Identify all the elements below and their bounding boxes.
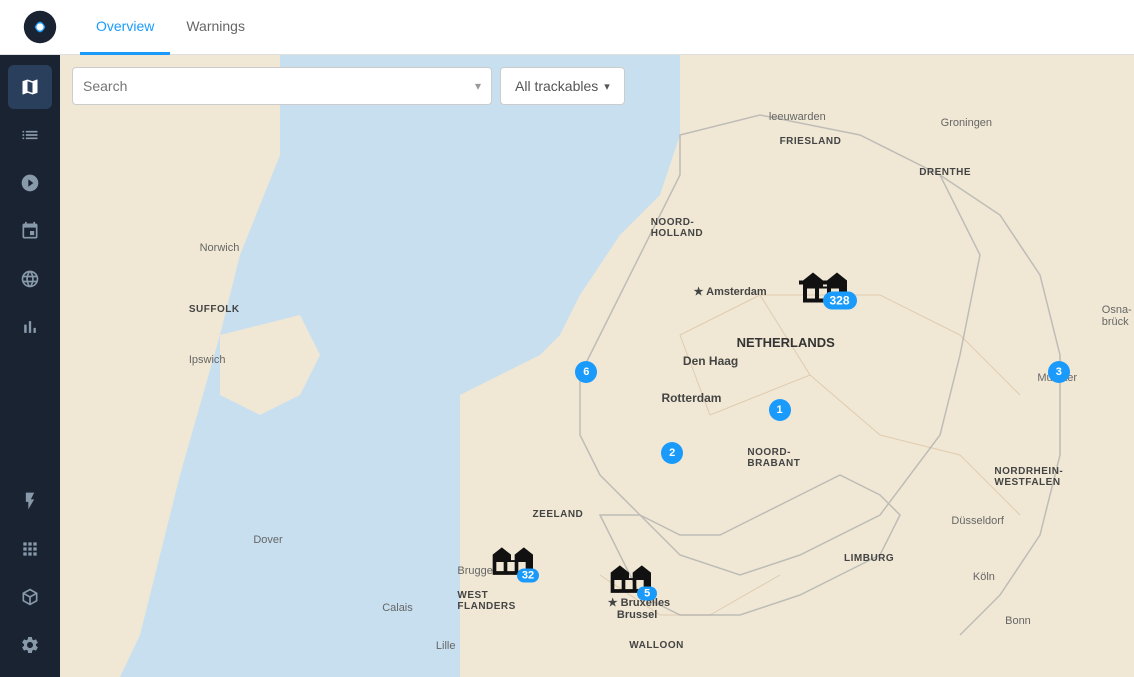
sidebar-item-lightning[interactable] <box>8 479 52 523</box>
marker-dot-3[interactable]: 3 <box>1048 361 1070 383</box>
sidebar-item-modules[interactable] <box>8 527 52 571</box>
sidebar-item-list[interactable] <box>8 113 52 157</box>
filter-chevron-icon: ▾ <box>604 80 610 93</box>
main-layout: ▾ All trackables ▾ <box>0 55 1134 677</box>
marker-dot-1[interactable]: 1 <box>769 399 791 421</box>
marker-brussels[interactable]: 5 <box>607 556 651 599</box>
trackable-filter[interactable]: All trackables ▾ <box>500 67 625 105</box>
sidebar-item-globe[interactable] <box>8 257 52 301</box>
marker-brugge[interactable]: 32 <box>489 537 533 580</box>
search-input-wrapper: ▾ <box>72 67 492 105</box>
sidebar-item-map[interactable] <box>8 65 52 109</box>
map-container[interactable]: ▾ All trackables ▾ <box>60 55 1134 677</box>
app-logo <box>20 7 60 47</box>
sidebar-item-settings[interactable] <box>8 623 52 667</box>
dot-badge-3: 3 <box>1048 361 1070 383</box>
marker-dot-6[interactable]: 6 <box>575 361 597 383</box>
dot-badge-2: 2 <box>661 442 683 464</box>
marker-badge-brugge: 32 <box>517 568 539 582</box>
dot-badge-6: 6 <box>575 361 597 383</box>
dot-badge-1: 1 <box>769 399 791 421</box>
chevron-down-icon: ▾ <box>475 79 481 93</box>
filter-label: All trackables <box>515 78 598 94</box>
marker-badge-brussels: 5 <box>637 587 657 601</box>
sidebar-item-cube[interactable] <box>8 575 52 619</box>
search-bar: ▾ All trackables ▾ <box>72 67 625 105</box>
marker-dot-2[interactable]: 2 <box>661 442 683 464</box>
top-nav: Overview Warnings <box>0 0 1134 55</box>
tab-warnings[interactable]: Warnings <box>170 0 261 55</box>
marker-badge-amsterdam: 328 <box>823 292 857 310</box>
sidebar-item-flow[interactable] <box>8 209 52 253</box>
sidebar-item-chart[interactable] <box>8 305 52 349</box>
sidebar <box>0 55 60 677</box>
sidebar-item-tag[interactable] <box>8 161 52 205</box>
marker-amsterdam[interactable]: 328 <box>799 263 847 308</box>
search-input[interactable] <box>83 78 469 94</box>
tab-overview[interactable]: Overview <box>80 0 170 55</box>
